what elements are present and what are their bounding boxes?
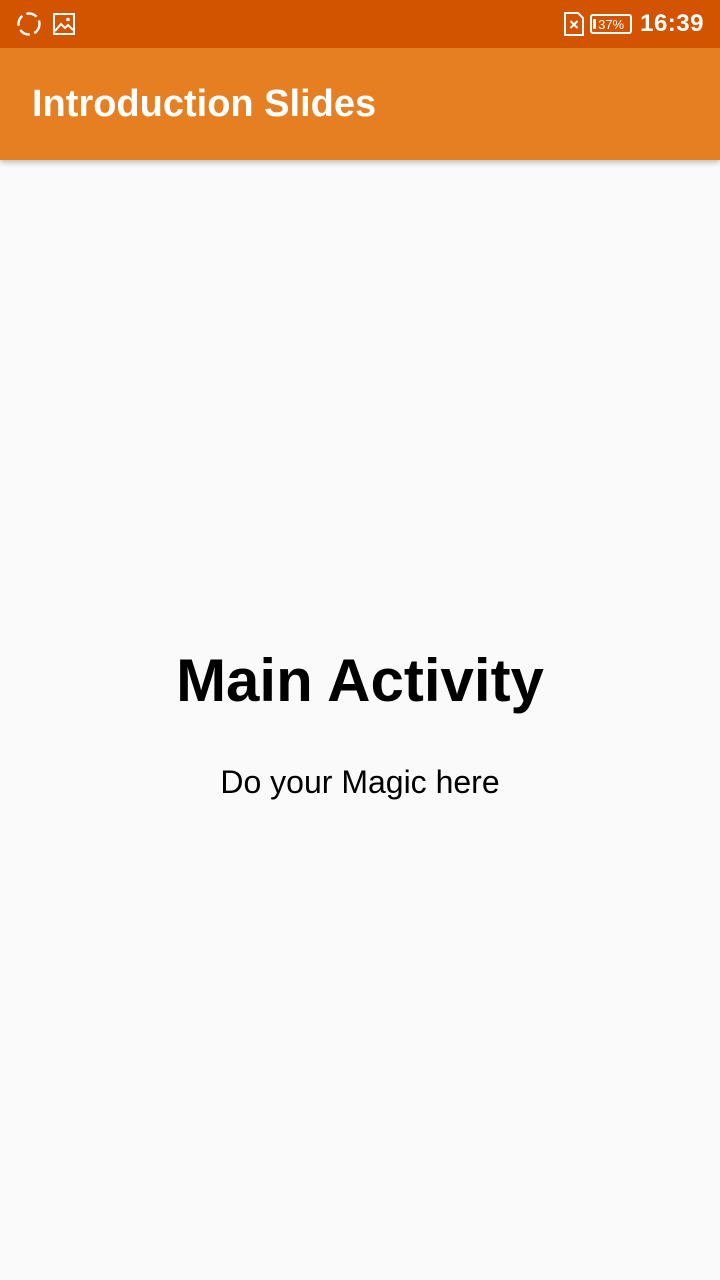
status-right-icons: 37% 16:39 <box>563 0 704 48</box>
battery-percent: 37% <box>598 16 625 32</box>
sync-circle-icon <box>16 11 42 37</box>
status-left-icons <box>16 11 76 37</box>
clock: 16:39 <box>640 10 704 37</box>
screen: 37% 16:39 Introduction Slides Main Activ… <box>0 0 720 1280</box>
main-heading: Main Activity <box>176 647 544 714</box>
subtitle-text: Do your Magic here <box>220 764 500 800</box>
no-sim-icon <box>563 11 585 37</box>
app-title: Introduction Slides <box>32 83 377 125</box>
battery-icon: 37% <box>590 14 633 34</box>
main-content: Main Activity Do your Magic here <box>0 160 720 1280</box>
status-bar: 37% 16:39 <box>0 0 720 48</box>
image-icon <box>52 12 76 36</box>
battery-indicator: 37% <box>590 14 633 34</box>
app-bar: Introduction Slides <box>0 48 720 160</box>
